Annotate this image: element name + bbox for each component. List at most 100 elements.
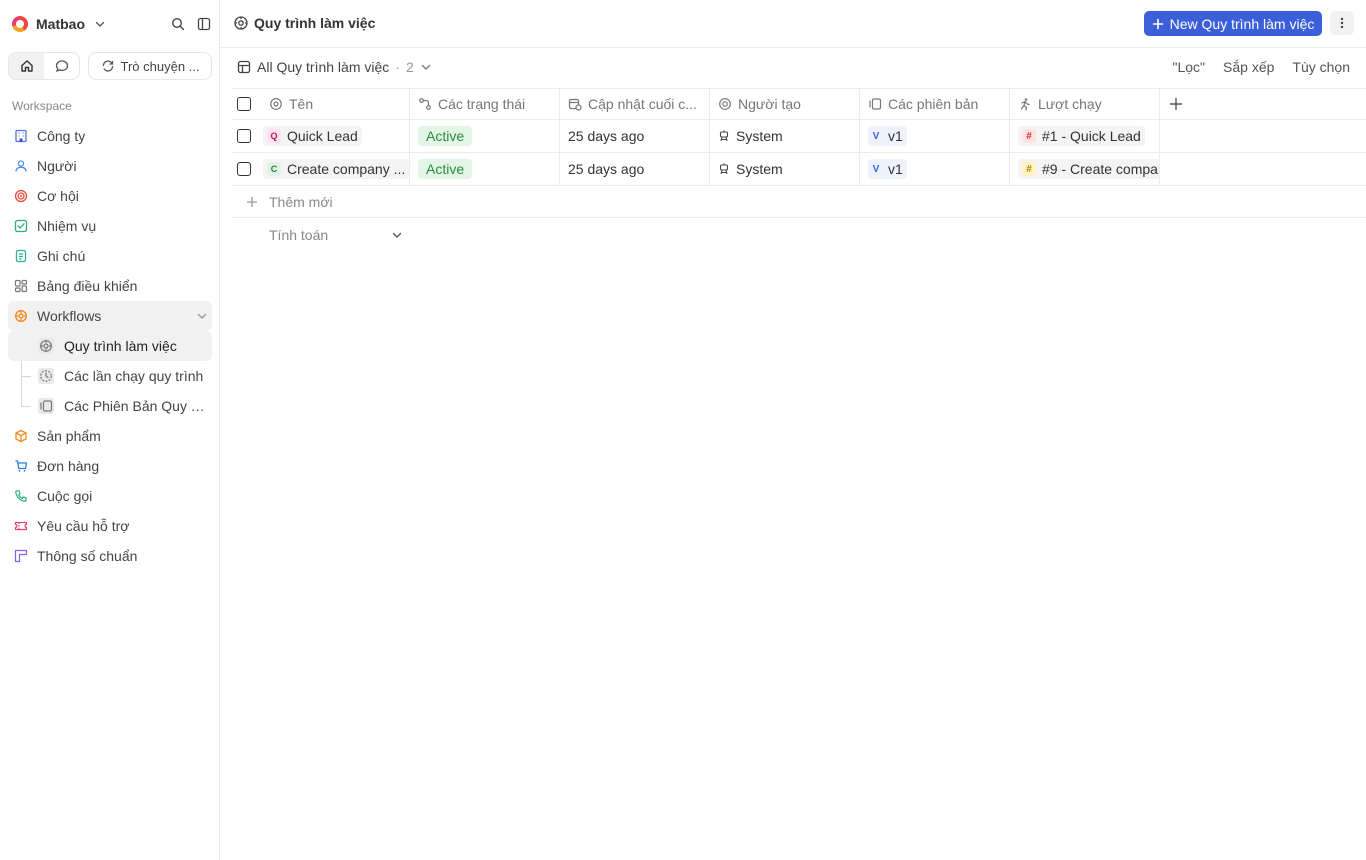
status-cell[interactable]: Active xyxy=(410,120,560,152)
chevron-down-icon xyxy=(421,64,430,70)
sidebar-nav: Công ty Người Cơ hội Nhiệm vụ Ghi chú Bảng đi… xyxy=(8,121,212,571)
checkbox-icon xyxy=(14,219,28,233)
add-column-icon[interactable] xyxy=(1168,97,1183,111)
workspace-name: Matbao xyxy=(36,16,85,32)
sidebar-item[interactable]: Sản phẩm xyxy=(8,421,212,451)
name-chip[interactable]: Q Quick Lead xyxy=(263,126,362,146)
run-chip[interactable]: # #9 - Create compan xyxy=(1018,159,1160,179)
version-cell[interactable]: Vv1 xyxy=(860,120,1010,152)
options-button[interactable]: Tùy chọn xyxy=(1292,59,1350,75)
status-cell[interactable]: Active xyxy=(410,153,560,185)
add-record-row[interactable]: Thêm mới xyxy=(232,186,1366,218)
target-icon xyxy=(14,189,28,203)
home-chat-toggle xyxy=(8,52,80,80)
new-workflow-button[interactable]: New Quy trình làm việc xyxy=(1144,11,1322,36)
home-icon[interactable] xyxy=(9,53,44,79)
sidebar-item[interactable]: Bảng điều khiển xyxy=(8,271,212,301)
building-icon xyxy=(14,129,28,143)
workflow-gear-icon xyxy=(38,338,54,354)
table-row[interactable]: Q Quick Lead Active 25 days ago System Vv1 # #1… xyxy=(232,120,1366,153)
workflow-name: Create company ... xyxy=(287,161,406,177)
ai-chat-button[interactable]: Trò chuyện ... xyxy=(88,52,212,80)
calendar-clock-icon xyxy=(568,98,582,111)
sidebar-item[interactable]: Yêu cầu hỗ trợ xyxy=(8,511,212,541)
column-header-statuses[interactable]: Các trạng thái xyxy=(410,89,560,119)
page-title-text: Quy trình làm việc xyxy=(254,15,376,31)
chevron-down-icon[interactable] xyxy=(196,309,208,325)
run-cell[interactable]: # #1 - Quick Lead xyxy=(1010,120,1160,152)
page-header: Quy trình làm việc New Quy trình làm việ… xyxy=(221,0,1366,48)
row-checkbox[interactable] xyxy=(237,129,251,143)
creator-cell[interactable]: System xyxy=(710,153,860,185)
version-chip[interactable]: Vv1 xyxy=(868,159,907,179)
sidebar-item[interactable]: Cơ hội xyxy=(8,181,212,211)
message-icon[interactable] xyxy=(44,53,79,79)
column-header-versions[interactable]: Các phiên bản xyxy=(860,89,1010,119)
column-header-label: Tên xyxy=(289,96,314,112)
sort-button[interactable]: Sắp xếp xyxy=(1223,59,1274,75)
name-cell[interactable]: C Create company ... xyxy=(258,153,410,185)
cart-icon xyxy=(14,459,28,473)
more-options-button[interactable] xyxy=(1330,11,1354,35)
column-header-updated[interactable]: Cập nhật cuối c... xyxy=(560,89,710,119)
new-workflow-label: New Quy trình làm việc xyxy=(1169,15,1315,32)
sidebar-item[interactable]: Nhiệm vụ xyxy=(8,211,212,241)
sidebar-item-label: Cuộc gọi xyxy=(37,488,93,504)
version-avatar: V xyxy=(872,163,880,175)
version-cell[interactable]: Vv1 xyxy=(860,153,1010,185)
name-avatar: C xyxy=(267,162,281,176)
dots-vertical-icon xyxy=(1340,17,1344,29)
version-chip[interactable]: Vv1 xyxy=(868,126,907,146)
calculate-button[interactable]: Tính toán xyxy=(269,227,403,243)
sidebar-toggle-icon[interactable] xyxy=(196,16,212,32)
sidebar-item-label: Sản phẩm xyxy=(37,428,101,444)
name-cell[interactable]: Q Quick Lead xyxy=(258,120,410,152)
filter-button[interactable]: "Lọc" xyxy=(1173,59,1206,75)
sidebar-item-label: Đơn hàng xyxy=(37,458,100,474)
table-header-row: Tên Các trạng thái Cập nhật cuối c... Ng… xyxy=(232,88,1366,120)
column-header-runs[interactable]: Lượt chạy xyxy=(1010,89,1160,119)
sidebar-item[interactable]: Các Phiên Bản Quy Tr... xyxy=(8,391,212,421)
run-value: #9 - Create compan xyxy=(1042,161,1160,177)
search-icon[interactable] xyxy=(170,16,186,32)
table-row[interactable]: C Create company ... Active 25 days ago Syst… xyxy=(232,153,1366,186)
sidebar-item-label: Bảng điều khiển xyxy=(37,278,138,294)
creator-value: System xyxy=(736,128,783,144)
select-all-checkbox[interactable] xyxy=(237,97,251,111)
sidebar-item[interactable]: Cuộc gọi xyxy=(8,481,212,511)
plus-icon xyxy=(232,196,269,208)
run-chip[interactable]: # #1 - Quick Lead xyxy=(1018,126,1145,146)
sidebar-item-label: Cơ hội xyxy=(37,188,79,204)
sidebar-item[interactable]: Thông số chuẩn xyxy=(8,541,212,571)
sidebar-item[interactable]: Workflows xyxy=(8,301,212,331)
calculate-label: Tính toán xyxy=(269,226,329,243)
workspace-logo xyxy=(12,16,28,32)
updated-cell[interactable]: 25 days ago xyxy=(560,120,710,152)
sidebar-item[interactable]: Đơn hàng xyxy=(8,451,212,481)
row-checkbox[interactable] xyxy=(237,162,251,176)
empty-cell xyxy=(1160,120,1360,152)
version-value: v1 xyxy=(888,128,903,144)
sidebar-item[interactable]: Quy trình làm việc xyxy=(8,331,212,361)
view-selector[interactable]: All Quy trình làm việc · 2 xyxy=(237,59,432,75)
workspace-section-label: Workspace xyxy=(12,99,72,113)
ai-chat-label: Trò chuyện ... xyxy=(120,58,200,74)
workspace-switcher[interactable]: Matbao xyxy=(12,12,212,36)
sidebar-item-label: Ghi chú xyxy=(37,248,86,264)
page-title: Quy trình làm việc xyxy=(233,15,375,31)
creator-cell[interactable]: System xyxy=(710,120,860,152)
name-chip[interactable]: C Create company ... xyxy=(263,159,409,179)
empty-cell xyxy=(1160,153,1360,185)
updated-cell[interactable]: 25 days ago xyxy=(560,153,710,185)
sidebar-item[interactable]: Ghi chú xyxy=(8,241,212,271)
dashboard-icon xyxy=(14,279,28,293)
sidebar-item[interactable]: Người xyxy=(8,151,212,181)
sidebar-item-label: Nhiệm vụ xyxy=(37,218,97,234)
run-cell[interactable]: # #9 - Create compan xyxy=(1010,153,1160,185)
sidebar-item[interactable]: Các lần chạy quy trình xyxy=(8,361,212,391)
plus-icon xyxy=(1152,18,1163,29)
column-header-name[interactable]: Tên xyxy=(258,89,410,119)
column-header-creator[interactable]: Người tạo xyxy=(710,89,860,119)
sidebar-item[interactable]: Công ty xyxy=(8,121,212,151)
records-table: Tên Các trạng thái Cập nhật cuối c... Ng… xyxy=(232,88,1366,251)
